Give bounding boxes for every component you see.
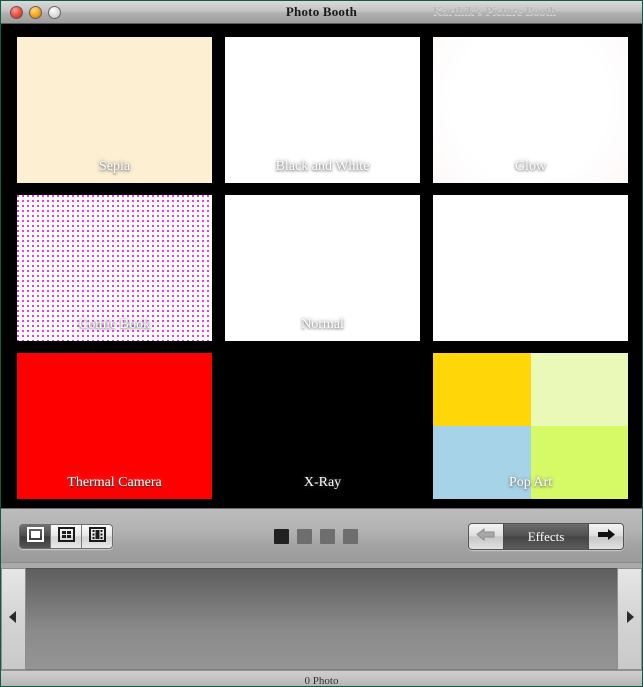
effect-label: Comic Book [78,317,151,332]
effect-tile-glow[interactable]: Glow [433,37,628,183]
effects-stage: Sepia Black and White Glow Comic Book No… [1,24,642,508]
triangle-right-icon [625,610,634,628]
effect-tile-blank[interactable] [433,195,628,341]
effect-tile-pop-art[interactable]: Pop Art [433,353,628,499]
effects-page-indicator [274,529,358,544]
effect-label: Black and White [275,159,370,174]
arrow-right-icon [596,528,616,546]
effect-label: Thermal Camera [67,475,162,490]
tray-scroll-right-button[interactable] [617,568,642,670]
film-strip-icon [88,526,106,547]
effects-next-button[interactable] [589,524,623,549]
effect-tile-sepia[interactable]: Sepia [17,37,212,183]
triangle-left-icon [9,610,18,628]
photo-count-label: 0 Photo [304,675,339,687]
tray-thumbnail-strip[interactable] [26,568,617,670]
tray-scroll-left-button[interactable] [1,568,26,670]
effects-label[interactable]: Effects [503,524,589,549]
mode-button-four-up[interactable] [51,525,82,548]
mode-button-single-photo[interactable] [20,525,51,548]
zoom-button[interactable] [48,5,61,19]
four-up-grid-icon [57,526,75,547]
effect-label: Pop Art [508,475,553,490]
minimize-button[interactable] [29,5,42,19]
control-bar: Effects [1,508,642,562]
effect-tile-thermal-camera[interactable]: Thermal Camera [17,353,212,499]
photo-tray [1,562,642,670]
arrow-left-icon [476,527,496,546]
effect-tile-x-ray[interactable]: X-Ray [225,353,420,499]
photo-booth-window: Photo Booth Karthik's Picture Booth Sepi… [0,0,643,687]
effect-label: X-Ray [303,475,342,490]
effect-tile-black-and-white[interactable]: Black and White [225,37,420,183]
close-button[interactable] [10,5,23,19]
popart-quadrant-top-right [530,353,628,426]
window-controls [10,5,61,19]
effect-label: Normal [301,317,344,332]
effects-prev-button[interactable] [469,524,503,549]
effects-grid: Sepia Black and White Glow Comic Book No… [17,37,628,499]
page-dot-4[interactable] [343,529,358,544]
title-bar[interactable]: Photo Booth Karthik's Picture Booth [1,1,642,24]
effects-navigator: Effects [468,523,624,550]
effect-tile-normal[interactable]: Normal [225,195,420,341]
window-subtitle: Karthik's Picture Booth [433,4,557,18]
effect-label: Glow [514,159,547,174]
page-dot-1[interactable] [274,529,289,544]
capture-mode-group [19,524,113,549]
status-bar: 0 Photo [1,670,642,687]
effect-label: Sepia [98,159,131,174]
effect-tile-comic-book[interactable]: Comic Book [17,195,212,341]
popart-quadrant-top-left [433,353,531,426]
page-dot-3[interactable] [320,529,335,544]
page-dot-2[interactable] [297,529,312,544]
single-photo-icon [26,526,44,547]
mode-button-movie[interactable] [82,525,112,548]
